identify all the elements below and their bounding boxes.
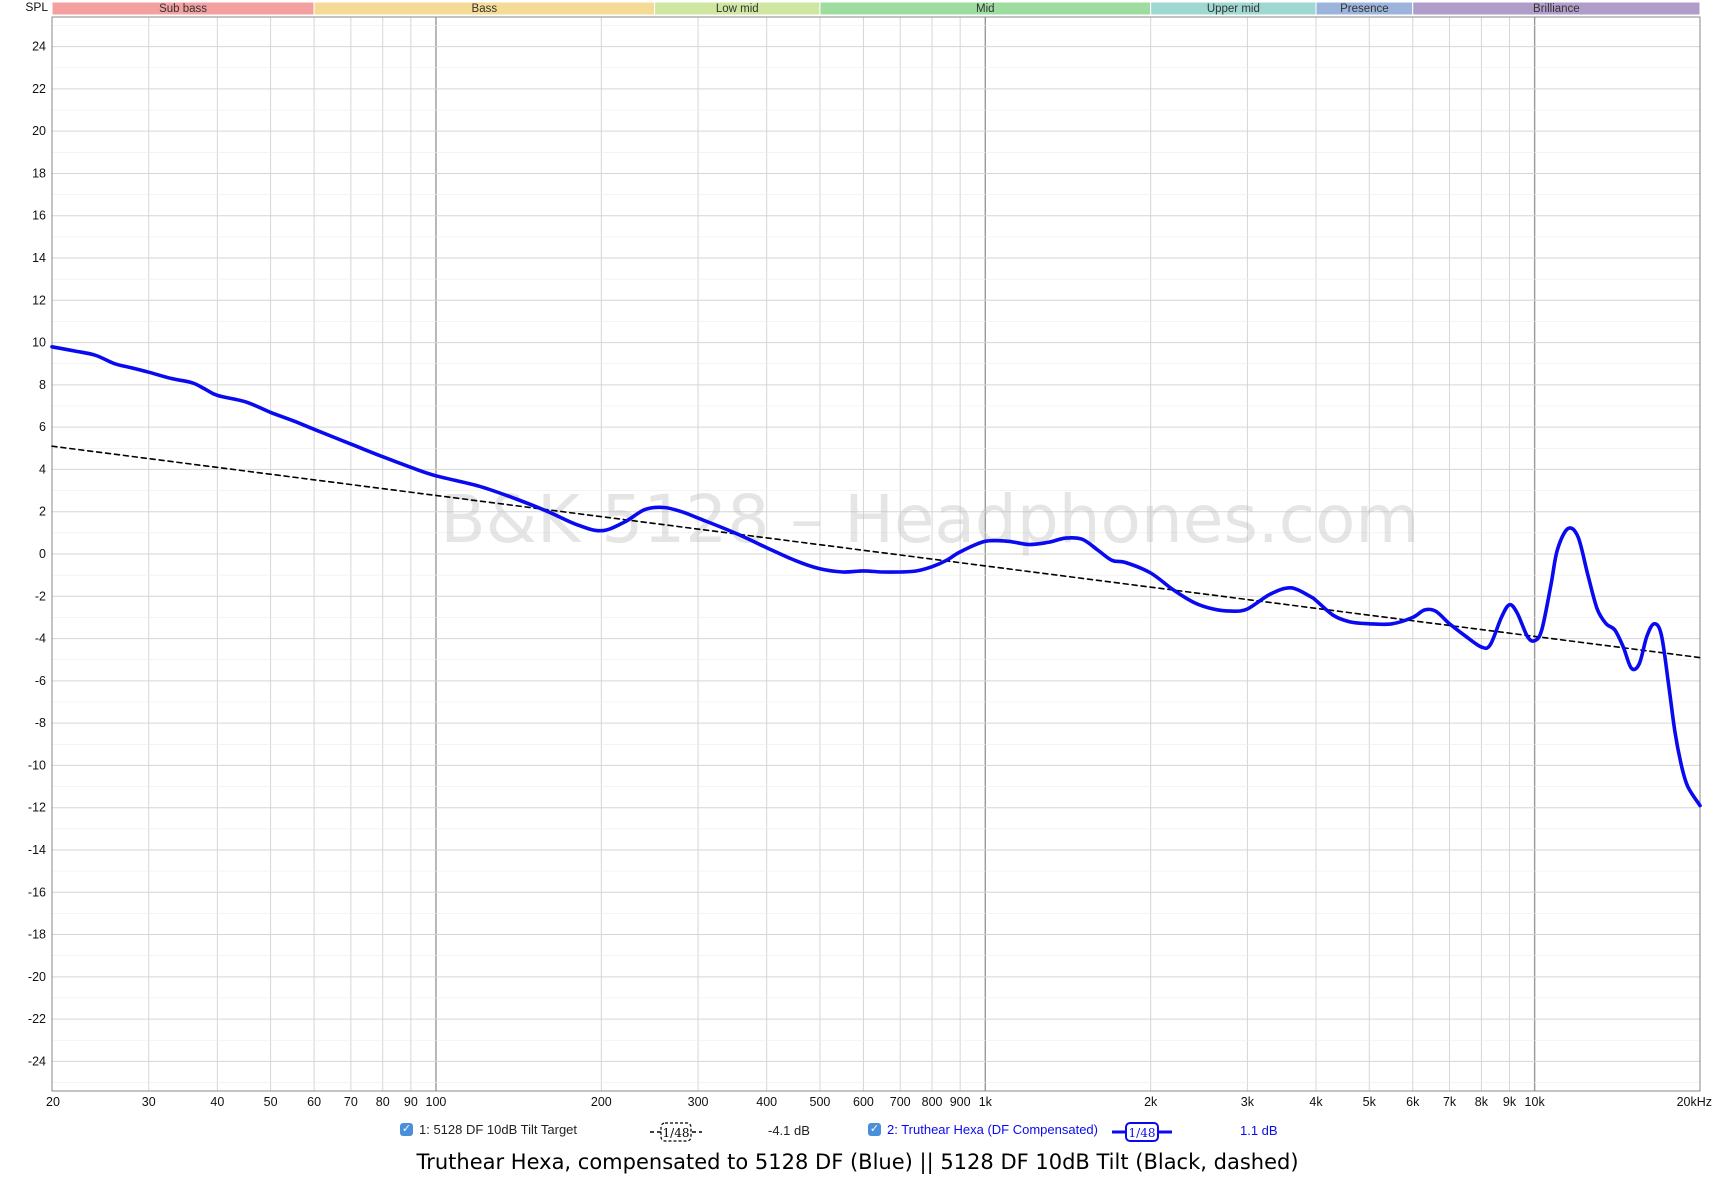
y-tick-label: -14 — [28, 843, 46, 857]
band-label: Mid — [976, 3, 995, 15]
band-label: Bass — [472, 3, 498, 15]
y-tick-label: -6 — [35, 674, 46, 688]
y-tick-label: -12 — [28, 801, 46, 815]
chart-legend: ✓ 1: 5128 DF 10dB Tilt Target 1/48 -4.1 … — [0, 1118, 1715, 1148]
y-tick-label: -8 — [35, 716, 46, 730]
y-tick-label: 24 — [32, 40, 46, 54]
dashed-line-sample-icon: 1/48 — [650, 1122, 702, 1142]
band-label: Sub bass — [159, 3, 207, 15]
checkbox-checked-icon[interactable]: ✓ — [868, 1123, 881, 1136]
y-tick-label: -16 — [28, 885, 46, 899]
smoothing-label-target: 1/48 — [663, 1126, 690, 1140]
x-tick-label: 9k — [1503, 1095, 1517, 1109]
y-tick-label: 16 — [32, 209, 46, 223]
x-tick-label: 30 — [142, 1095, 156, 1109]
y-tick-label: 10 — [32, 336, 46, 350]
x-tick-label: 6k — [1406, 1095, 1420, 1109]
smoothing-label-hexa: 1/48 — [1129, 1126, 1156, 1140]
x-tick-label: 10k — [1525, 1095, 1546, 1109]
x-tick-label: 100 — [426, 1095, 447, 1109]
x-tick-label: 4k — [1309, 1095, 1323, 1109]
x-tick-label: 300 — [688, 1095, 709, 1109]
band-label: Low mid — [716, 3, 759, 15]
x-tick-label: 7k — [1443, 1095, 1457, 1109]
y-tick-label: -2 — [35, 589, 46, 603]
y-tick-label: -10 — [28, 758, 46, 772]
x-tick-label: 600 — [853, 1095, 874, 1109]
y-tick-label: -4 — [35, 632, 46, 646]
chart-caption: Truthear Hexa, compensated to 5128 DF (B… — [416, 1150, 1299, 1174]
y-tick-label: 14 — [32, 251, 46, 265]
legend-label-hexa: 2: Truthear Hexa (DF Compensated) — [887, 1122, 1098, 1137]
x-tick-label: 900 — [950, 1095, 971, 1109]
y-tick-label: -20 — [28, 970, 46, 984]
legend-db-target: -4.1 dB — [768, 1123, 810, 1138]
x-tick-label: 500 — [810, 1095, 831, 1109]
solid-line-sample-icon: 1/48 — [1112, 1122, 1172, 1142]
x-tick-label: 70 — [344, 1095, 358, 1109]
x-tick-label: 800 — [922, 1095, 943, 1109]
x-tick-label: 20 — [46, 1095, 60, 1109]
x-tick-label: 2k — [1144, 1095, 1158, 1109]
y-tick-label: -18 — [28, 928, 46, 942]
x-tick-label: 200 — [591, 1095, 612, 1109]
x-tick-label: 40 — [210, 1095, 224, 1109]
x-tick-label: 1k — [979, 1095, 993, 1109]
x-tick-label: 20kHz — [1677, 1095, 1712, 1109]
y-tick-label: 12 — [32, 293, 46, 307]
legend-db-hexa: 1.1 dB — [1240, 1123, 1278, 1138]
x-tick-label: 3k — [1241, 1095, 1255, 1109]
band-label: Brilliance — [1533, 3, 1580, 15]
x-tick-label: 400 — [756, 1095, 777, 1109]
band-label: Presence — [1340, 3, 1389, 15]
x-tick-label: 80 — [376, 1095, 390, 1109]
y-tick-label: 2 — [39, 505, 46, 519]
watermark: B&K 5128 – Headphones.com — [440, 481, 1419, 558]
x-tick-label: 90 — [404, 1095, 418, 1109]
y-tick-label: 20 — [32, 124, 46, 138]
y-tick-label: 4 — [39, 462, 46, 476]
x-tick-label: 700 — [890, 1095, 911, 1109]
legend-item-hexa[interactable]: ✓ 2: Truthear Hexa (DF Compensated) — [868, 1122, 1098, 1137]
y-tick-label: -22 — [28, 1012, 46, 1026]
y-tick-label: -24 — [28, 1054, 46, 1068]
y-tick-label: 0 — [39, 547, 46, 561]
x-tick-label: 5k — [1363, 1095, 1377, 1109]
y-tick-label: 8 — [39, 378, 46, 392]
y-tick-label: 6 — [39, 420, 46, 434]
y-tick-label: 18 — [32, 166, 46, 180]
y-axis-label: SPL — [25, 0, 48, 14]
x-tick-label: 50 — [264, 1095, 278, 1109]
x-tick-label: 60 — [307, 1095, 321, 1109]
checkbox-checked-icon[interactable]: ✓ — [400, 1123, 413, 1136]
y-tick-label: 22 — [32, 82, 46, 96]
x-tick-label: 8k — [1475, 1095, 1489, 1109]
legend-label-target: 1: 5128 DF 10dB Tilt Target — [419, 1122, 578, 1137]
band-label: Upper mid — [1207, 3, 1260, 15]
frequency-response-chart: Sub bass Bass Low mid Mid Upper mid Presence B… — [25, 0, 1712, 1109]
legend-item-target[interactable]: ✓ 1: 5128 DF 10dB Tilt Target — [400, 1122, 577, 1137]
